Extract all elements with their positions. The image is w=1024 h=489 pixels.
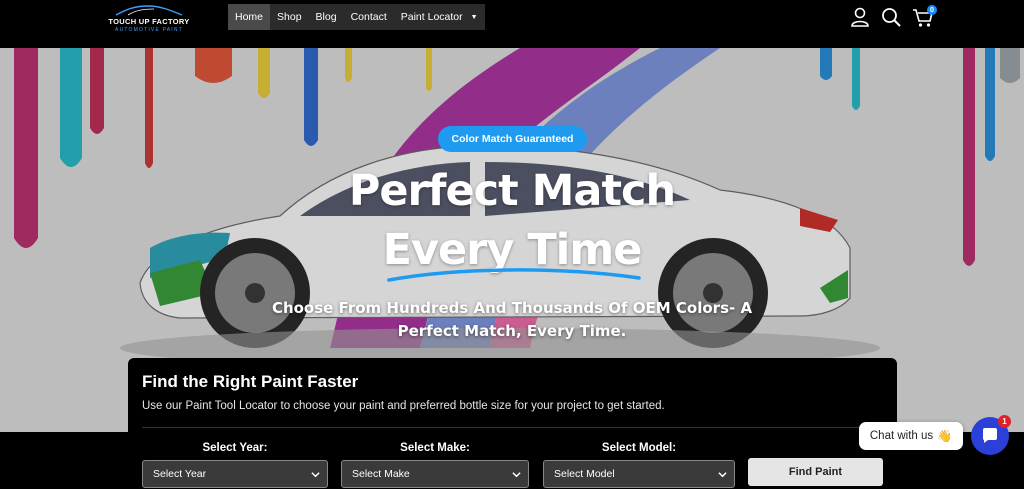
model-select[interactable]: Select Model: [543, 460, 735, 488]
nav-blog[interactable]: Blog: [309, 4, 344, 30]
year-select-value: Select Year: [153, 468, 207, 480]
nav-home[interactable]: Home: [228, 4, 271, 30]
chevron-down-icon: [512, 472, 521, 478]
hero-headline-line1: Perfect Match: [348, 166, 676, 216]
find-paint-button[interactable]: Find Paint: [748, 458, 883, 486]
nav-paint-locator-label: Paint Locator: [400, 11, 463, 23]
chat-bubble-icon: [983, 428, 997, 443]
chat-with-us-pill[interactable]: Chat with us 👋: [859, 422, 963, 450]
divider: [142, 427, 887, 428]
nav-shop[interactable]: Shop: [270, 4, 309, 30]
make-select-value: Select Make: [352, 468, 410, 480]
waving-hand-icon: 👋: [937, 429, 953, 443]
color-match-badge: Color Match Guaranteed: [438, 126, 587, 152]
paint-finder-card: Find the Right Paint Faster Use our Pain…: [128, 358, 897, 489]
site-logo[interactable]: TOUCH UP FACTORY AUTOMOTIVE PAINT: [100, 0, 196, 40]
logo-subtitle: AUTOMOTIVE PAINT: [115, 27, 183, 33]
main-nav: Home Shop Blog Contact Paint Locator ▼: [228, 4, 485, 30]
make-select[interactable]: Select Make: [341, 460, 529, 488]
model-select-value: Select Model: [554, 468, 615, 480]
year-select[interactable]: Select Year: [142, 460, 328, 488]
chevron-down-icon: [311, 472, 320, 478]
chat-label: Chat with us: [869, 430, 934, 442]
year-label: Select Year:: [202, 442, 268, 454]
nav-contact[interactable]: Contact: [344, 4, 394, 30]
chevron-down-icon: [718, 472, 727, 478]
chat-unread-badge: 1: [998, 415, 1011, 428]
user-icon[interactable]: [849, 6, 871, 28]
search-icon[interactable]: [880, 6, 902, 28]
logo-title: TOUCH UP FACTORY: [108, 17, 190, 26]
model-label: Select Model:: [601, 442, 677, 454]
hero-subheadline: Choose From Hundreds And Thousands Of OE…: [271, 299, 753, 340]
top-navbar: TOUCH UP FACTORY AUTOMOTIVE PAINT Home S…: [0, 0, 1024, 48]
nav-paint-locator[interactable]: Paint Locator ▼: [394, 4, 485, 30]
headline-underline-swoosh: [387, 268, 641, 282]
caret-down-icon: ▼: [470, 13, 478, 21]
finder-title: Find the Right Paint Faster: [142, 372, 359, 391]
logo-car-icon: [115, 5, 183, 16]
make-label: Select Make:: [400, 442, 470, 454]
cart-count-badge: 0: [927, 5, 937, 15]
finder-description: Use our Paint Tool Locator to choose you…: [142, 400, 665, 412]
